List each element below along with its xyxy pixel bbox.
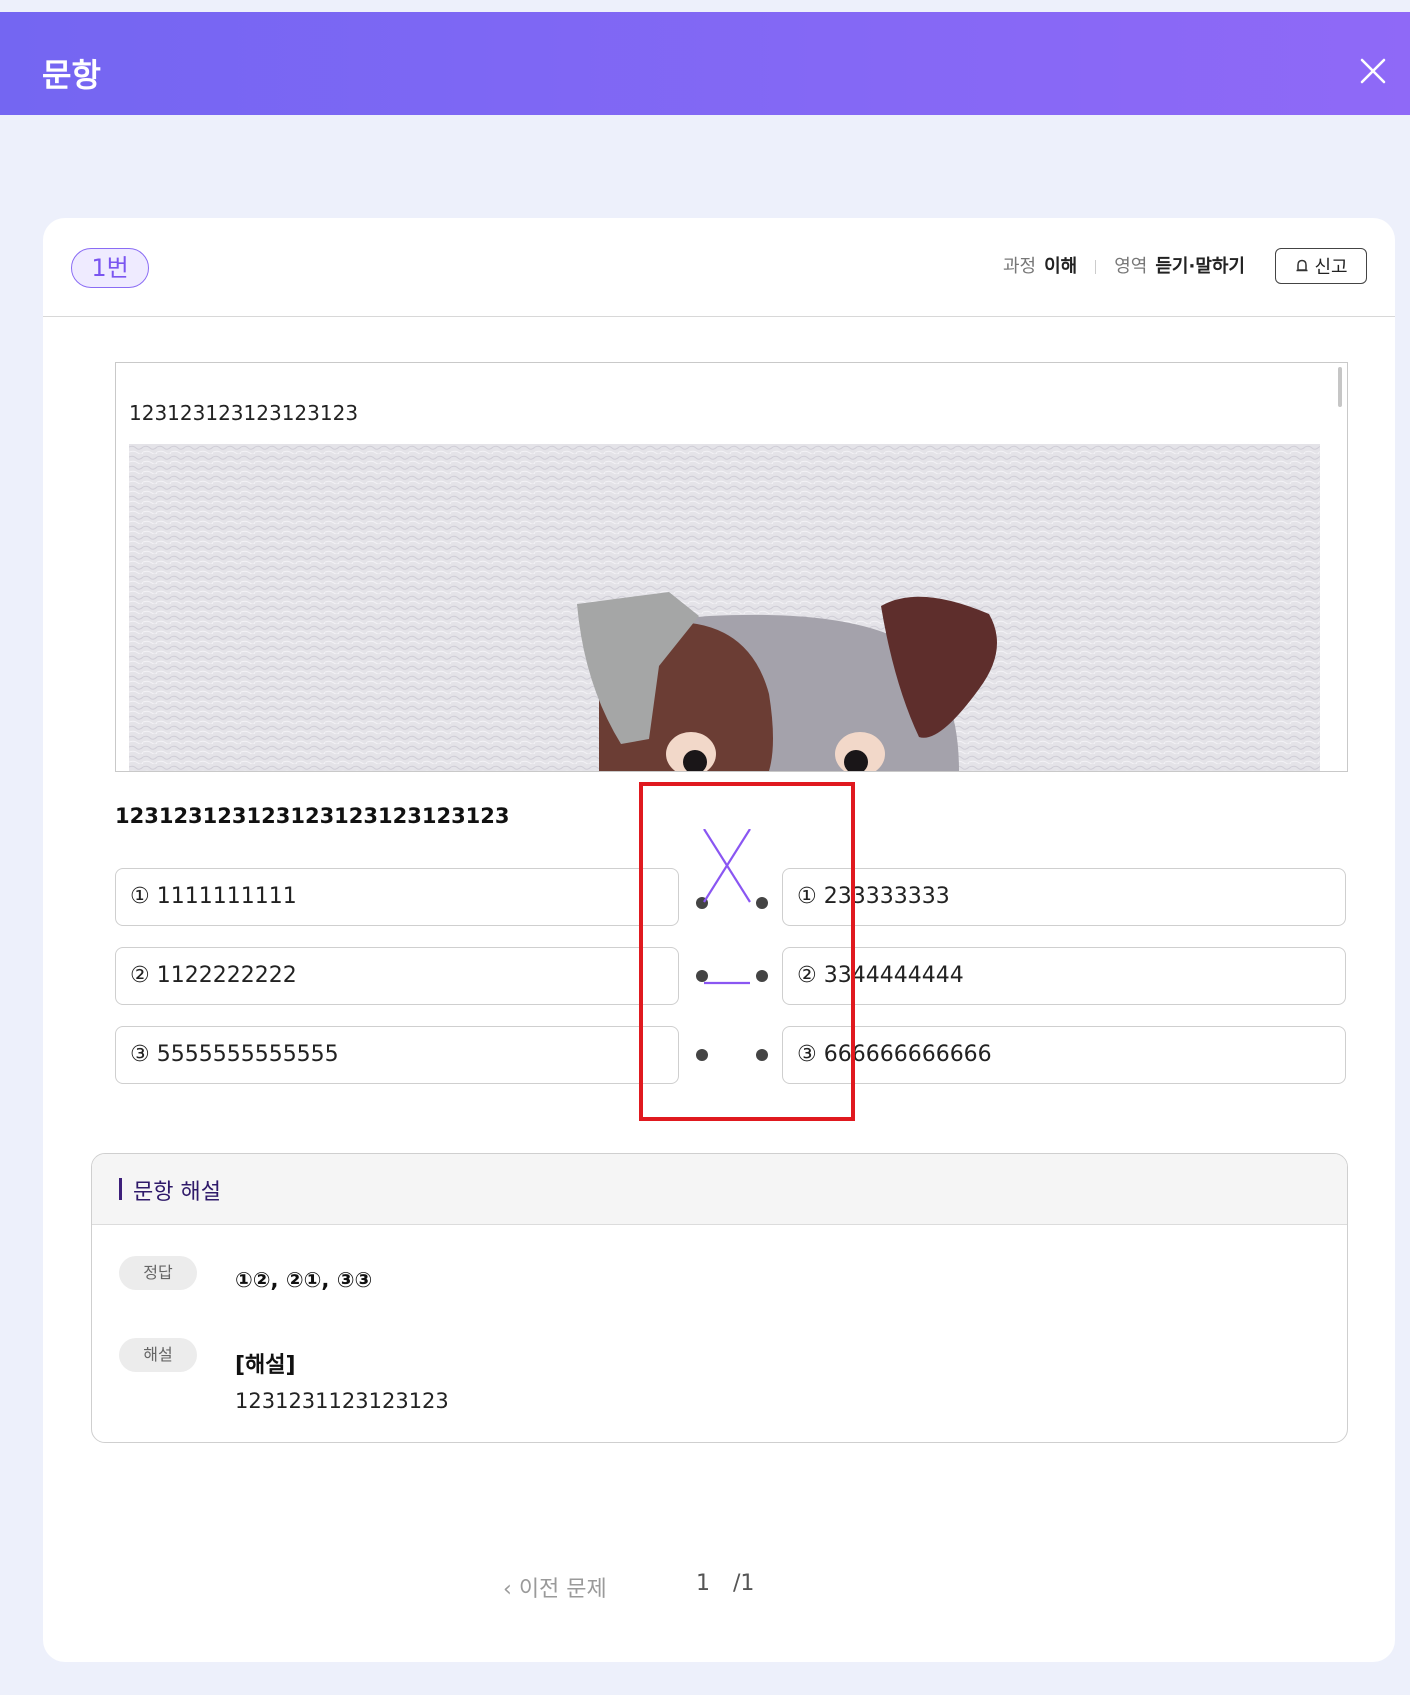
prev-question-label: 이전 문제 [518,1577,607,1602]
explanation-accent-bar [119,1178,122,1200]
chevron-left-icon: ‹ [503,1577,512,1602]
right-option-1[interactable]: ① 233333333 [782,868,1346,926]
header-bar: 문항 [0,12,1410,115]
report-label: 신고 [1314,257,1348,278]
explanation-panel: 문항 해설 정답 ①②, ②①, ③③ 해설 [해설] 123123112312… [91,1153,1348,1443]
question-card: 1번 과정 이해 영역 듣기·말하기 신고 123123123123123123 [43,218,1395,1662]
meta-course-value: 이해 [1044,256,1078,277]
meta-area-key: 영역 [1114,256,1148,277]
prev-question-button[interactable]: ‹ 이전 문제 [503,1571,607,1603]
right-option-3[interactable]: ③ 666666666666 [782,1026,1346,1084]
close-icon[interactable] [1358,56,1388,86]
question-meta: 과정 이해 영역 듣기·말하기 [1003,252,1245,278]
total-pages: /1 [733,1571,755,1596]
left-option-1[interactable]: ① 1111111111 [115,868,679,926]
explanation-header: 문항 해설 [92,1154,1347,1225]
answer-value: ①②, ②①, ③③ [235,1268,373,1292]
meta-area-value: 듣기·말하기 [1155,256,1245,277]
dog-illustration [129,444,1320,771]
passage-text: 123123123123123123 [129,401,359,425]
passage-scrollbar[interactable] [1338,367,1342,407]
current-page: 1 [696,1571,710,1596]
report-button[interactable]: 신고 [1275,248,1367,284]
left-option-3[interactable]: ③ 5555555555555 [115,1026,679,1084]
right-option-2[interactable]: ② 3344444444 [782,947,1346,1005]
solution-heading: [해설] [235,1353,296,1378]
meta-divider [1095,260,1097,274]
passage-box[interactable]: 123123123123123123 [115,362,1348,772]
page-title: 문항 [42,56,101,94]
answer-label-badge: 정답 [119,1256,197,1290]
solution-text: 1231231123123123 [235,1389,449,1413]
card-header: 1번 과정 이해 영역 듣기·말하기 신고 [43,218,1395,317]
meta-course-key: 과정 [1002,256,1037,277]
bell-icon [1296,259,1308,272]
left-option-2[interactable]: ② 1122222222 [115,947,679,1005]
solution-label-badge: 해설 [119,1338,197,1372]
question-number-badge: 1번 [71,248,149,288]
explanation-title: 문항 해설 [133,1180,221,1205]
highlight-box [639,782,855,1121]
question-text: 123123123123123123123123123 [115,804,510,828]
